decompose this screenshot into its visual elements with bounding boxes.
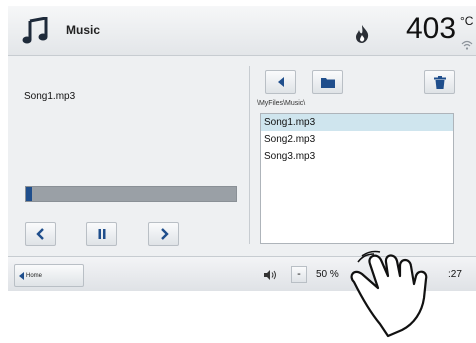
back-button[interactable] (265, 70, 296, 94)
home-button[interactable]: Home (14, 264, 84, 287)
chevron-right-icon (160, 228, 169, 240)
page-title: Music (66, 23, 101, 37)
file-list-item[interactable]: Song3.mp3 (261, 148, 453, 165)
volume-level: 50 % (316, 269, 339, 280)
speaker-icon (264, 270, 276, 280)
folder-path: \MyFiles\Music\ (257, 100, 306, 107)
music-note-icon (22, 17, 48, 44)
header-bar: Music 403 °C (8, 6, 476, 56)
pause-icon (98, 229, 105, 239)
delete-button[interactable] (424, 70, 455, 94)
current-song-title: Song1.mp3 (24, 91, 76, 102)
file-list[interactable]: Song1.mp3 Song2.mp3 Song3.mp3 (260, 113, 454, 244)
volume-down-button[interactable]: - (291, 266, 307, 283)
progress-fill (26, 187, 33, 201)
trash-icon (433, 75, 446, 89)
next-track-button[interactable] (148, 222, 179, 246)
chevron-left-icon (35, 228, 44, 240)
file-list-item[interactable]: Song2.mp3 (261, 131, 453, 148)
pointing-hand-icon (350, 250, 428, 338)
pause-button[interactable] (86, 222, 117, 246)
panel-divider (249, 66, 250, 244)
back-arrow-icon (277, 77, 284, 87)
wifi-icon (461, 40, 473, 50)
flame-icon (356, 25, 369, 43)
playback-progress-bar[interactable] (25, 186, 237, 202)
folder-icon (320, 77, 335, 88)
temperature-unit: °C (460, 14, 474, 28)
file-list-item[interactable]: Song1.mp3 (261, 114, 453, 131)
temperature-readout: 403 (406, 12, 457, 45)
previous-track-button[interactable] (25, 222, 56, 246)
file-browser-panel: \MyFiles\Music\ Song1.mp3 Song2.mp3 Song… (252, 57, 476, 256)
back-arrow-icon (19, 271, 24, 280)
player-panel: Song1.mp3 (8, 57, 248, 256)
folder-button[interactable] (312, 70, 343, 94)
home-button-label: Home (26, 272, 43, 279)
